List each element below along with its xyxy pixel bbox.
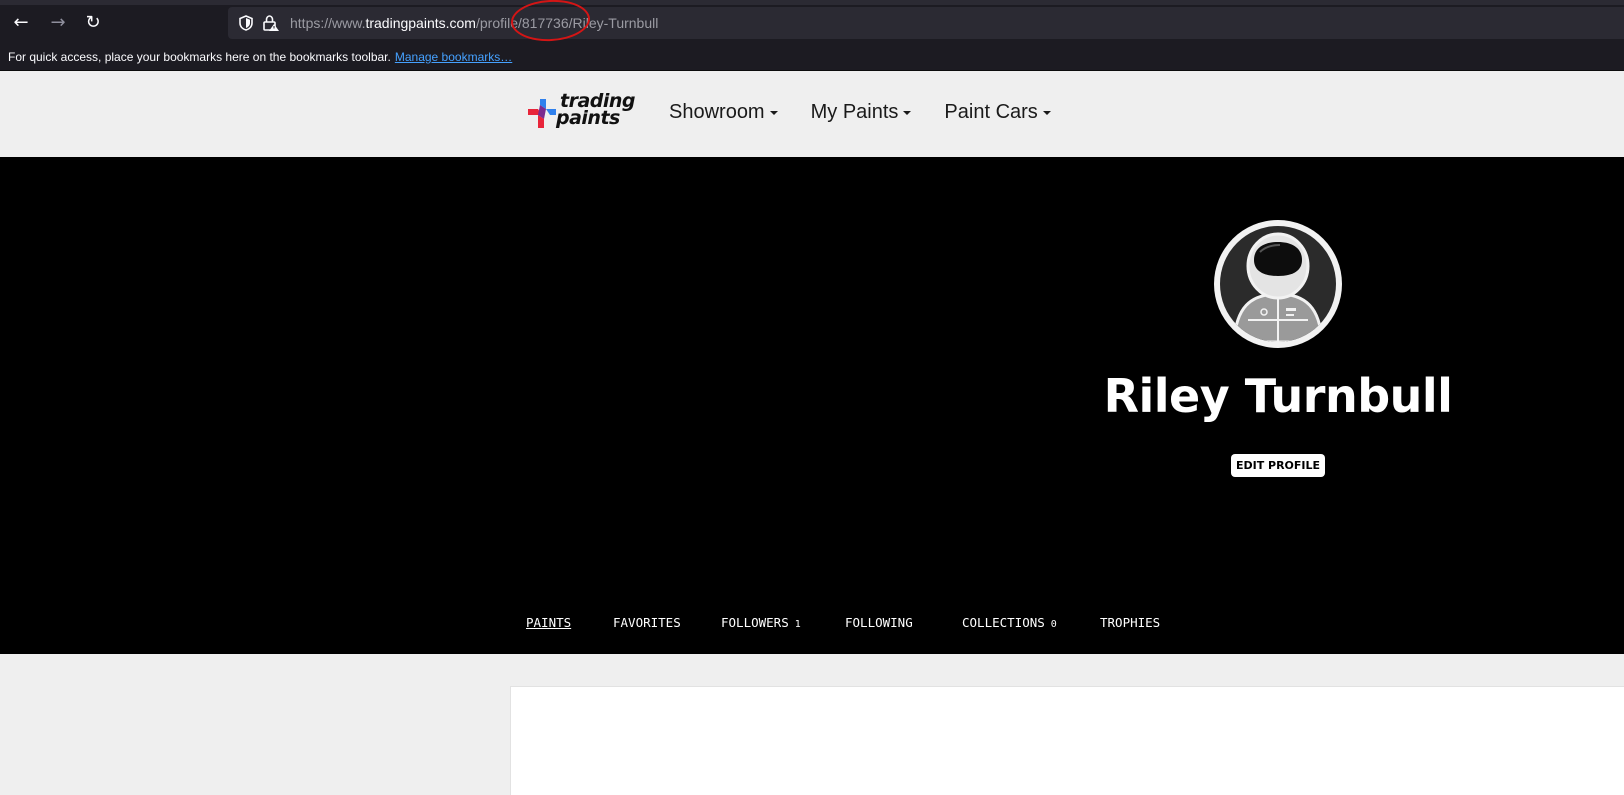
nav-showroom[interactable]: Showroom bbox=[669, 101, 778, 124]
nav-my-paints[interactable]: My Paints bbox=[811, 101, 912, 124]
profile-name: Riley Turnbull bbox=[1103, 369, 1453, 423]
tracking-shield-icon[interactable] bbox=[237, 14, 255, 32]
reload-button[interactable]: ↻ bbox=[82, 12, 104, 34]
bookmarks-message: For quick access, place your bookmarks h… bbox=[8, 50, 512, 64]
tab-trophies[interactable]: TROPHIES bbox=[1100, 615, 1160, 630]
logo-mark-icon bbox=[528, 99, 556, 128]
url-domain: tradingpaints.com bbox=[365, 15, 476, 31]
caret-down-icon bbox=[903, 110, 912, 115]
racing-driver-helmet-icon bbox=[1232, 232, 1324, 342]
paints-content-panel bbox=[510, 686, 1624, 795]
nav-my-paints-label: My Paints bbox=[810, 101, 899, 123]
nav-paint-cars-label: Paint Cars bbox=[944, 101, 1038, 123]
tab-collections[interactable]: COLLECTIONS 0 bbox=[962, 615, 1057, 630]
tab-strip-edge bbox=[0, 0, 1624, 5]
tab-collections-label: COLLECTIONS bbox=[962, 615, 1045, 630]
tab-following[interactable]: FOLLOWING bbox=[845, 615, 913, 630]
logo-wordmark: trading paints bbox=[556, 92, 636, 128]
caret-down-icon bbox=[1042, 110, 1051, 115]
collections-count: 0 bbox=[1050, 619, 1057, 630]
nav-paint-cars[interactable]: Paint Cars bbox=[944, 101, 1051, 124]
nav-showroom-label: Showroom bbox=[669, 101, 765, 123]
manage-bookmarks-link[interactable]: Manage bookmarks… bbox=[395, 50, 512, 64]
tab-paints-label: PAINTS bbox=[526, 615, 572, 630]
main-nav: Showroom My Paints Paint Cars bbox=[669, 101, 1084, 124]
bookmarks-toolbar: For quick access, place your bookmarks h… bbox=[0, 45, 1624, 71]
lock-warning-icon[interactable] bbox=[262, 14, 280, 32]
url-text[interactable]: https://www.tradingpaints.com/profile/81… bbox=[290, 15, 658, 31]
back-button[interactable]: ← bbox=[10, 12, 32, 34]
edit-profile-button[interactable]: EDIT PROFILE bbox=[1231, 454, 1325, 477]
bookmarks-hint: For quick access, place your bookmarks h… bbox=[8, 50, 391, 64]
tab-followers[interactable]: FOLLOWERS 1 bbox=[721, 615, 801, 630]
tab-following-label: FOLLOWING bbox=[845, 615, 913, 630]
tab-followers-label: FOLLOWERS bbox=[721, 615, 789, 630]
url-prefix: https://www. bbox=[290, 15, 366, 31]
tab-favorites[interactable]: FAVORITES bbox=[613, 615, 681, 630]
browser-toolbar: ← → ↻ https://www.tradingpaints.com/prof… bbox=[0, 0, 1624, 45]
tab-trophies-label: TROPHIES bbox=[1100, 615, 1161, 630]
tab-paints[interactable]: PAINTS bbox=[526, 615, 571, 630]
forward-button[interactable]: → bbox=[47, 12, 69, 34]
avatar-image bbox=[1220, 226, 1336, 342]
logo-line-paints: paints bbox=[556, 107, 620, 129]
trading-paints-logo[interactable]: trading paints bbox=[524, 92, 636, 135]
caret-down-icon bbox=[769, 110, 778, 115]
site-header: trading paints Showroom My Paints Paint … bbox=[0, 71, 1624, 157]
followers-count: 1 bbox=[794, 619, 801, 630]
avatar bbox=[1214, 220, 1342, 348]
address-bar[interactable]: https://www.tradingpaints.com/profile/81… bbox=[228, 7, 1624, 39]
tab-favorites-label: FAVORITES bbox=[613, 615, 681, 630]
profile-hero: Riley Turnbull EDIT PROFILE PAINTS FAVOR… bbox=[0, 157, 1624, 654]
